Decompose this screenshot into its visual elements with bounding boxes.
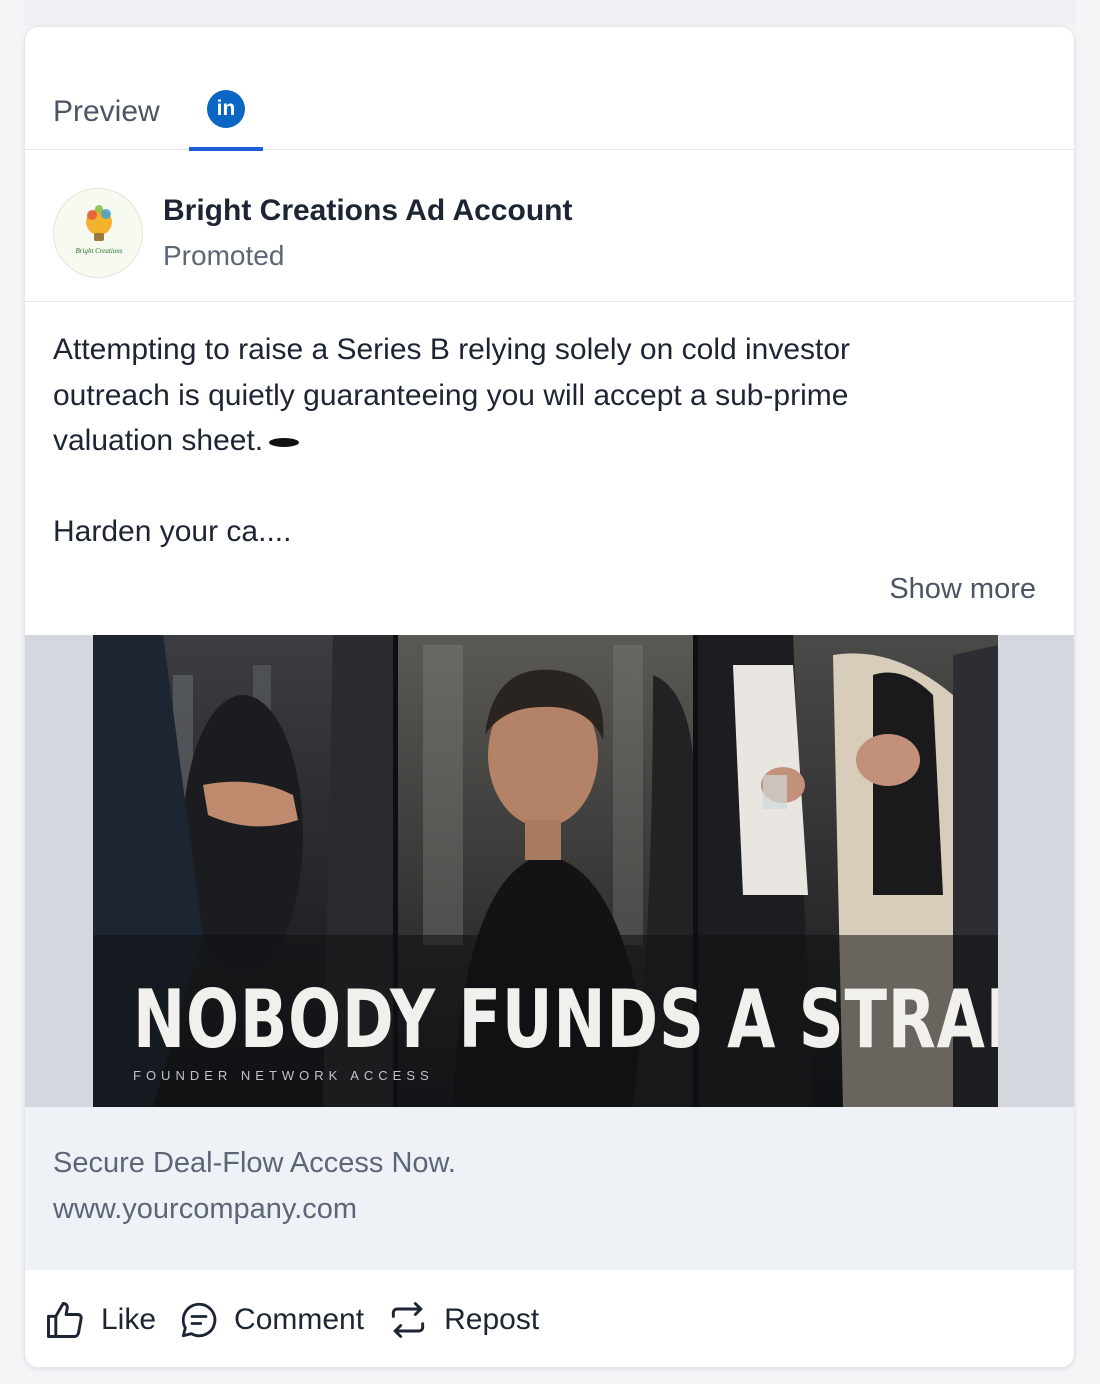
social-actions: Like Comment Repost <box>25 1270 1074 1367</box>
thumbs-up-icon <box>47 1301 83 1338</box>
like-label: Like <box>101 1302 157 1336</box>
post-author: Bright Creations Bright Creations Ad Acc… <box>25 150 1074 302</box>
top-strip <box>24 0 1076 26</box>
lightbulb-logo-icon: Bright Creations <box>76 205 123 255</box>
linkedin-preview-card: Preview in Bright Creations Bright Creat… <box>24 26 1075 1368</box>
avatar-logo-text: Bright Creations <box>76 247 123 255</box>
cta-section[interactable]: Secure Deal-Flow Access Now. www.yourcom… <box>25 1107 1074 1270</box>
linkedin-icon-glyph: in <box>216 97 236 120</box>
comment-button[interactable]: Comment <box>178 1299 364 1341</box>
ad-creative-image[interactable]: NOBODY FUNDS A STRANGER. FOUNDER NETWORK… <box>93 635 998 1107</box>
show-more-link[interactable]: Show more <box>889 573 1036 606</box>
comment-label: Comment <box>234 1302 365 1336</box>
promoted-label: Promoted <box>163 240 285 271</box>
linkedin-icon: in <box>207 90 245 128</box>
preview-tabs: Preview in <box>25 27 1074 151</box>
creative-headline: NOBODY FUNDS A STRANGER. <box>133 973 998 1066</box>
post-body: Attempting to raise a Series B relying s… <box>53 327 1043 554</box>
tab-preview[interactable]: Preview <box>53 95 160 129</box>
ad-media-frame: NOBODY FUNDS A STRANGER. FOUNDER NETWORK… <box>25 635 1074 1107</box>
author-name[interactable]: Bright Creations Ad Account <box>163 194 572 228</box>
cta-title[interactable]: Secure Deal-Flow Access Now. <box>53 1147 456 1180</box>
repost-button[interactable]: Repost <box>386 1298 539 1342</box>
comment-icon <box>181 1302 217 1337</box>
like-button[interactable]: Like <box>43 1298 156 1342</box>
emoji-icon <box>269 437 300 447</box>
post-paragraph-2: Harden your ca.... <box>53 514 292 548</box>
repost-label: Repost <box>444 1302 540 1336</box>
tab-linkedin[interactable]: in <box>189 87 263 151</box>
cta-url[interactable]: www.yourcompany.com <box>53 1193 357 1226</box>
post-paragraph-1: Attempting to raise a Series B relying s… <box>53 333 851 457</box>
repost-icon <box>391 1301 425 1338</box>
avatar[interactable]: Bright Creations <box>53 188 143 278</box>
creative-subline: FOUNDER NETWORK ACCESS <box>133 1068 434 1083</box>
